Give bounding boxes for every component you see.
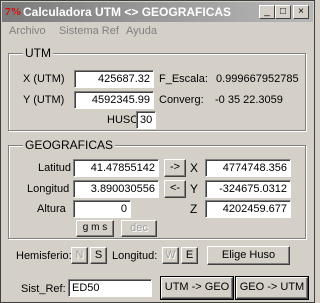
window-title: Calculadora UTM <> GEOGRAFICAS: [23, 5, 232, 19]
altura-input[interactable]: 0: [73, 200, 131, 218]
hemisferio-label: Hemisferio:: [16, 250, 72, 262]
utm-group: UTM: [8, 46, 306, 131]
longitud-label: Longitud: [27, 183, 70, 195]
dec-button[interactable]: dec: [121, 220, 157, 237]
utm-x-input[interactable]: 425687.32: [74, 70, 154, 88]
converg-value: -0 35 22.3059: [215, 94, 283, 106]
menu-bar: Archivo Sistema Ref Ayuda: [3, 23, 313, 41]
geograficas-group-label: GEOGRAFICAS: [23, 138, 116, 152]
longitude-e-button[interactable]: E: [181, 247, 198, 264]
title-bar[interactable]: 7% Calculadora UTM <> GEOGRAFICAS _ □ ×: [2, 2, 313, 22]
hemisphere-n-button[interactable]: N: [71, 247, 88, 264]
menu-ayuda[interactable]: Ayuda: [126, 25, 157, 37]
elige-huso-button[interactable]: Elige Huso: [207, 246, 290, 265]
menu-sistema-ref[interactable]: Sistema Ref: [59, 25, 119, 37]
app-icon: 7%: [5, 6, 22, 18]
geo-to-utm-button[interactable]: GEO -> UTM: [235, 276, 309, 300]
cart-y-input[interactable]: -324675.0312: [205, 180, 291, 198]
minimize-button[interactable]: _: [259, 5, 275, 19]
latitud-input[interactable]: 41.47855142: [73, 159, 159, 177]
f-escala-label: F_Escala:: [159, 73, 208, 85]
longitud-hemisphere-label: Longitud:: [112, 250, 158, 262]
main-window: 7% Calculadora UTM <> GEOGRAFICAS _ □ × …: [0, 0, 315, 303]
utm-y-input[interactable]: 4592345.99: [74, 91, 154, 109]
utm-x-label: X (UTM): [23, 73, 65, 85]
hemisphere-s-button[interactable]: S: [90, 247, 107, 264]
utm-y-label: Y (UTM): [23, 94, 65, 106]
cart-z-input[interactable]: 4202459.677: [205, 200, 291, 218]
to-cartesian-button[interactable]: ->: [164, 159, 186, 177]
f-escala-value: 0.999667952785: [216, 73, 299, 85]
altura-label: Altura: [37, 203, 66, 215]
utm-group-label: UTM: [23, 46, 53, 60]
close-button[interactable]: ×: [293, 5, 309, 19]
menu-archivo[interactable]: Archivo: [9, 25, 46, 37]
longitud-input[interactable]: 3.890030556: [73, 180, 159, 198]
longitude-w-button[interactable]: W: [162, 247, 179, 264]
latitud-label: Latitud: [38, 162, 72, 174]
from-cartesian-button[interactable]: <-: [164, 180, 186, 198]
cart-x-input[interactable]: 4774748.356: [205, 159, 291, 177]
cart-z-label: Z: [190, 202, 198, 216]
utm-to-geo-button[interactable]: UTM -> GEO: [160, 276, 234, 300]
gms-button[interactable]: g m s: [76, 220, 114, 237]
maximize-button[interactable]: □: [275, 5, 291, 19]
sist-ref-label: Sist_Ref:: [21, 283, 66, 295]
cart-x-label: X: [190, 161, 199, 175]
sist-ref-input[interactable]: ED50: [68, 279, 152, 297]
converg-label: Converg:: [159, 94, 204, 106]
cart-y-label: Y: [190, 182, 199, 196]
huso-input[interactable]: 30: [136, 111, 156, 129]
